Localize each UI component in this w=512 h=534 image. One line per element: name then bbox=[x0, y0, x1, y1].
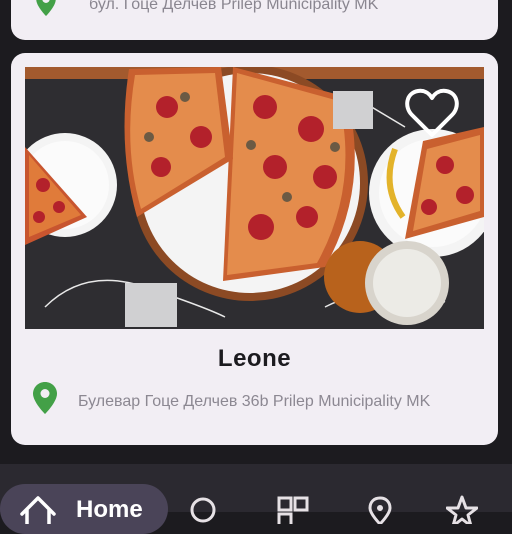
restaurant-address: бул. Гоце Делчев Prilep Municipality MK bbox=[89, 0, 379, 13]
restaurant-card[interactable]: Leone Булевар Гоце Делчев 36b Prilep Mun… bbox=[11, 53, 498, 445]
bottom-navigation: Home bbox=[0, 464, 512, 534]
home-icon bbox=[20, 496, 56, 524]
location-icon[interactable] bbox=[364, 494, 396, 524]
location-pin-icon bbox=[33, 382, 57, 414]
previous-restaurant-card[interactable]: бул. Гоце Делчев Prilep Municipality MK bbox=[11, 0, 498, 40]
nav-item-label: Home bbox=[76, 496, 143, 523]
search-icon[interactable] bbox=[187, 494, 219, 524]
restaurant-address: Булевар Гоце Делчев 36b Prilep Municipal… bbox=[78, 393, 431, 410]
restaurant-photo bbox=[25, 67, 484, 329]
favorite-heart-icon[interactable] bbox=[404, 87, 460, 139]
restaurant-name: Leone bbox=[217, 345, 292, 372]
star-icon[interactable] bbox=[446, 494, 478, 524]
location-pin-icon bbox=[36, 0, 56, 16]
nav-item-home[interactable]: Home bbox=[0, 484, 168, 534]
qr-code-icon[interactable] bbox=[277, 494, 309, 524]
